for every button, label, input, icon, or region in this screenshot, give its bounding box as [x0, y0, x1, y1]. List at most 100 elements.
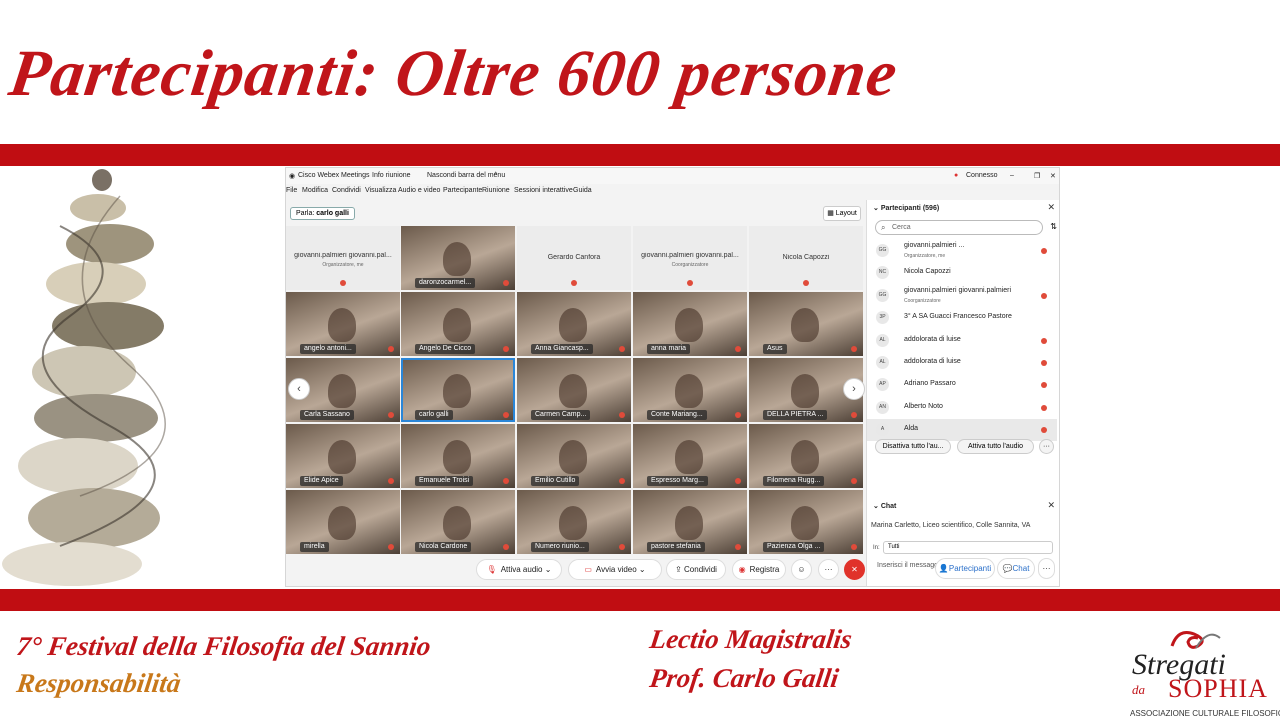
participant-list-item[interactable]: AN Alberto Noto [867, 397, 1057, 419]
mic-muted-icon [503, 280, 509, 286]
participant-video [675, 308, 703, 342]
unmute-all-button[interactable]: Attiva tutto l'audio [957, 439, 1034, 454]
record-label: Registra [749, 565, 780, 574]
menu-visualizza[interactable]: Visualizza [365, 187, 396, 194]
close-icon[interactable]: ✕ [1050, 172, 1056, 180]
video-tile[interactable]: Conte Mariang... [633, 358, 747, 422]
video-tile[interactable]: Anna Giancasp... [517, 292, 631, 356]
video-tile[interactable]: Emilio Cutillo [517, 424, 631, 488]
share-button[interactable]: ⇪ Condividi [666, 559, 726, 580]
start-video-button[interactable]: ▭ Avvia video ⌄ [568, 559, 662, 580]
chevron-up-icon[interactable]: ^ [494, 172, 497, 179]
chat-recipient-select[interactable]: Tutti [883, 541, 1053, 554]
menu-audio-video[interactable]: Audio e video [398, 187, 440, 194]
reactions-icon[interactable]: ☺ [791, 559, 812, 580]
mic-muted-icon[interactable] [1041, 427, 1047, 434]
video-tile[interactable]: Asus [749, 292, 863, 356]
chat-toggle-label: Chat [1012, 564, 1030, 573]
participants-title[interactable]: ⌄ Partecipanti (596) [873, 204, 939, 212]
more-icon[interactable]: ··· [818, 559, 839, 580]
sort-icon[interactable]: ⇅ [1050, 222, 1057, 231]
participant-list-item[interactable]: GG giovanni.palmieri giovanni.palmieri Coo… [867, 285, 1057, 307]
menu-condividi[interactable]: Condividi [332, 187, 361, 194]
tile-participant-name: Filomena Rugg... [763, 476, 825, 486]
mic-muted-icon [687, 280, 693, 286]
video-tile[interactable]: carlo galli [401, 358, 515, 422]
video-tile[interactable]: Filomena Rugg... [749, 424, 863, 488]
panel-more-icon[interactable]: ··· [1038, 558, 1055, 579]
mic-muted-icon[interactable] [1041, 337, 1047, 344]
participant-search-input[interactable]: Cerca [875, 220, 1043, 235]
participant-list-item[interactable]: AL addolorata di luise [867, 330, 1057, 352]
participant-list-item[interactable]: AP Adriano Passaro [867, 374, 1057, 396]
participant-list-item[interactable]: GG giovanni.palmieri ... Organizzatore, me [867, 240, 1057, 262]
layout-button[interactable]: ▦ Layout [823, 206, 861, 221]
participant-list-item[interactable]: A Alda [867, 419, 1057, 442]
mic-muted-icon[interactable] [1041, 292, 1047, 299]
mic-muted-icon [851, 544, 857, 550]
video-tile[interactable]: angelo antoni... [286, 292, 400, 356]
video-tile[interactable]: anna maria [633, 292, 747, 356]
chat-title[interactable]: ⌄ Chat [873, 502, 896, 510]
webex-logo-icon: ◉ [289, 173, 296, 180]
menu-sessioni[interactable]: Sessioni interattive [514, 187, 573, 194]
menu-guida[interactable]: Guida [573, 187, 592, 194]
menu-file[interactable]: File [286, 187, 297, 194]
video-tile[interactable]: Elide Apice [286, 424, 400, 488]
tile-participant-name: anna maria [647, 344, 691, 354]
video-tile[interactable]: giovanni.palmieri giovanni.pal... Coorgan… [633, 226, 747, 290]
prev-page-icon[interactable]: ‹ [288, 378, 310, 400]
mute-all-button[interactable]: Disattiva tutto l'au... [875, 439, 951, 454]
next-page-icon[interactable]: › [843, 378, 865, 400]
record-button[interactable]: ◉ Registra [732, 559, 786, 580]
unmute-audio-button[interactable]: 🎙 Attiva audio ⌄ [476, 559, 562, 580]
mic-muted-icon[interactable] [1041, 360, 1047, 366]
video-tile[interactable]: mirella [286, 490, 400, 554]
participant-name: Adriano Passaro [904, 380, 956, 388]
chat-toggle-button[interactable]: 💬Chat [997, 558, 1035, 579]
video-tile[interactable]: Numero riunio... [517, 490, 631, 554]
meeting-info-button[interactable]: Info riunione [372, 172, 411, 179]
slide: Partecipanti: Oltre 600 persone ◉ Cisco … [0, 0, 1280, 720]
video-tile[interactable]: Angelo De Cicco [401, 292, 515, 356]
participant-list-item[interactable]: NC Nicola Capozzi [867, 262, 1057, 284]
mic-muted-icon[interactable] [1041, 248, 1047, 254]
video-tile[interactable]: Gerardo Canfora [517, 226, 631, 290]
participants-toggle-button[interactable]: 👤Partecipanti [935, 558, 995, 579]
mic-muted-icon[interactable] [1041, 404, 1047, 411]
video-tile[interactable]: pastore stefania [633, 490, 747, 554]
participants-toggle-label: Partecipanti [948, 564, 992, 573]
menu-modifica[interactable]: Modifica [302, 187, 328, 194]
mic-muted-icon[interactable] [1041, 382, 1047, 389]
participant-list-item[interactable]: AL addolorata di luise [867, 352, 1057, 374]
video-tile[interactable]: Carmen Camp... [517, 358, 631, 422]
video-tile[interactable]: Nicola Capozzi [749, 226, 863, 290]
participant-list-item[interactable]: 3P 3° A SA Guacci Francesco Pastore [867, 307, 1057, 329]
video-tile[interactable]: Emanuele Troisi [401, 424, 515, 488]
mic-muted-icon [388, 412, 394, 418]
tile-participant-name: mirella [300, 542, 329, 552]
menu-partecipante[interactable]: Partecipante [443, 187, 482, 194]
tile-participant-name: Carmen Camp... [531, 410, 591, 420]
participants-count: Partecipanti (596) [880, 205, 940, 212]
video-tile[interactable]: daronzocarmel... [401, 226, 515, 290]
video-tile[interactable]: Nicola Cardone [401, 490, 515, 554]
participant-video [328, 308, 356, 342]
avatar: AP [876, 378, 889, 392]
menu-riunione[interactable]: Riunione [482, 187, 510, 194]
participant-video [328, 374, 356, 408]
panel-close-icon[interactable]: ✕ [1047, 202, 1055, 213]
participant-video [443, 374, 471, 408]
video-tile[interactable]: Pazienza Olga ... [749, 490, 863, 554]
layout-icon: ▦ [827, 210, 834, 217]
video-tile[interactable]: giovanni.palmieri giovanni.pal... Organiz… [286, 226, 400, 290]
participant-video [559, 308, 587, 342]
restore-icon[interactable]: ❐ [1034, 172, 1040, 180]
more-options-icon[interactable]: ··· [1039, 439, 1054, 454]
tile-participant-name: carlo galli [415, 410, 453, 420]
minimize-icon[interactable]: – [1010, 172, 1014, 179]
video-tile[interactable]: Espresso Marg... [633, 424, 747, 488]
participant-video [559, 506, 587, 540]
chat-close-icon[interactable]: ✕ [1047, 500, 1055, 511]
leave-meeting-icon[interactable]: ✕ [844, 559, 865, 580]
